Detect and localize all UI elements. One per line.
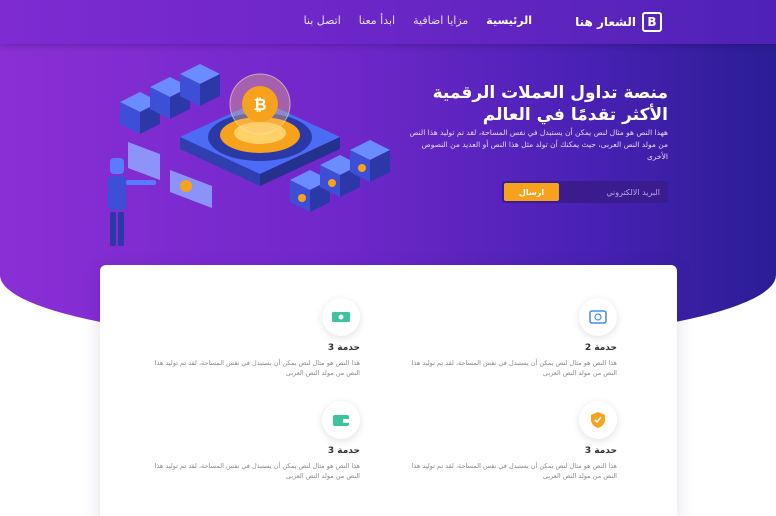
feature-description: هذا النص هو مثال لنص يمكن أن يستبدل في ن… [411, 462, 617, 480]
svg-text:₿: ₿ [253, 95, 266, 114]
feature-description: هذا النص هو مثال لنص يمكن أن يستبدل في ن… [411, 359, 617, 377]
feature-description: هذا النص هو مثال لنص يمكن أن يستبدل في ن… [154, 462, 360, 480]
chip-icon [579, 298, 617, 336]
hero-title: منصة تداول العملات الرقمية الأكثر تقدمًا… [368, 82, 668, 126]
feature-item-2: حدمة 3 هذا النص هو مثال لنص يمكن أن يستب… [150, 343, 360, 378]
feature-title: حدمة 3 [327, 343, 360, 353]
subscribe-form: ارسال [502, 181, 668, 203]
brand-logo[interactable]: B الشعار هنا [575, 12, 662, 32]
nav-item-home[interactable]: الرئيسية [486, 14, 532, 27]
shield-icon [579, 401, 617, 439]
nav-item-features[interactable]: مزايا اضافية [413, 14, 468, 27]
features-card: حدمة 2 هذا النص هو مثال لنص يمكن أن يستب… [100, 265, 677, 516]
feature-title: حدمة 3 [327, 446, 360, 456]
brand-name: الشعار هنا [575, 15, 636, 29]
send-button[interactable]: ارسال [504, 183, 559, 201]
feature-title: حدمة 2 [584, 343, 617, 353]
hero-description: ههذا النص هو مثال لنص يمكن أن يستبدل في … [409, 128, 668, 161]
wallet-icon [322, 401, 360, 439]
nav-item-contact[interactable]: اتصل بنا [304, 14, 341, 27]
email-input[interactable] [559, 182, 668, 202]
crypto-mining-illustration: ₿ [108, 64, 390, 246]
hero-title-line-2: الأكثر تقدمًا في العالم [482, 105, 668, 125]
feature-item-4: حدمة 3 هذا النص هو مثال لنص يمكن أن يستب… [150, 446, 360, 481]
feature-item-1: حدمة 2 هذا النص هو مثال لنص يمكن أن يستب… [407, 343, 617, 378]
top-navbar: B الشعار هنا الرئيسية مزايا اضافية ابدأ … [0, 0, 776, 44]
nav-item-get-started[interactable]: ابدأ معنا [359, 14, 395, 27]
bitcoin-globe: ₿ [229, 73, 291, 135]
cash-icon [322, 298, 360, 336]
feature-description: هذا النص هو مثال لنص يمكن أن يستبدل في ن… [154, 359, 360, 377]
feature-title: حدمة 3 [584, 446, 617, 456]
feature-item-3: حدمة 3 هذا النص هو مثال لنص يمكن أن يستب… [407, 446, 617, 481]
bitcoin-logo-icon: B [642, 12, 662, 32]
server-rack-left [120, 64, 220, 134]
hero-title-line-1: منصة تداول العملات الرقمية [432, 83, 668, 103]
main-nav: الرئيسية مزايا اضافية ابدأ معنا اتصل بنا [304, 14, 532, 27]
